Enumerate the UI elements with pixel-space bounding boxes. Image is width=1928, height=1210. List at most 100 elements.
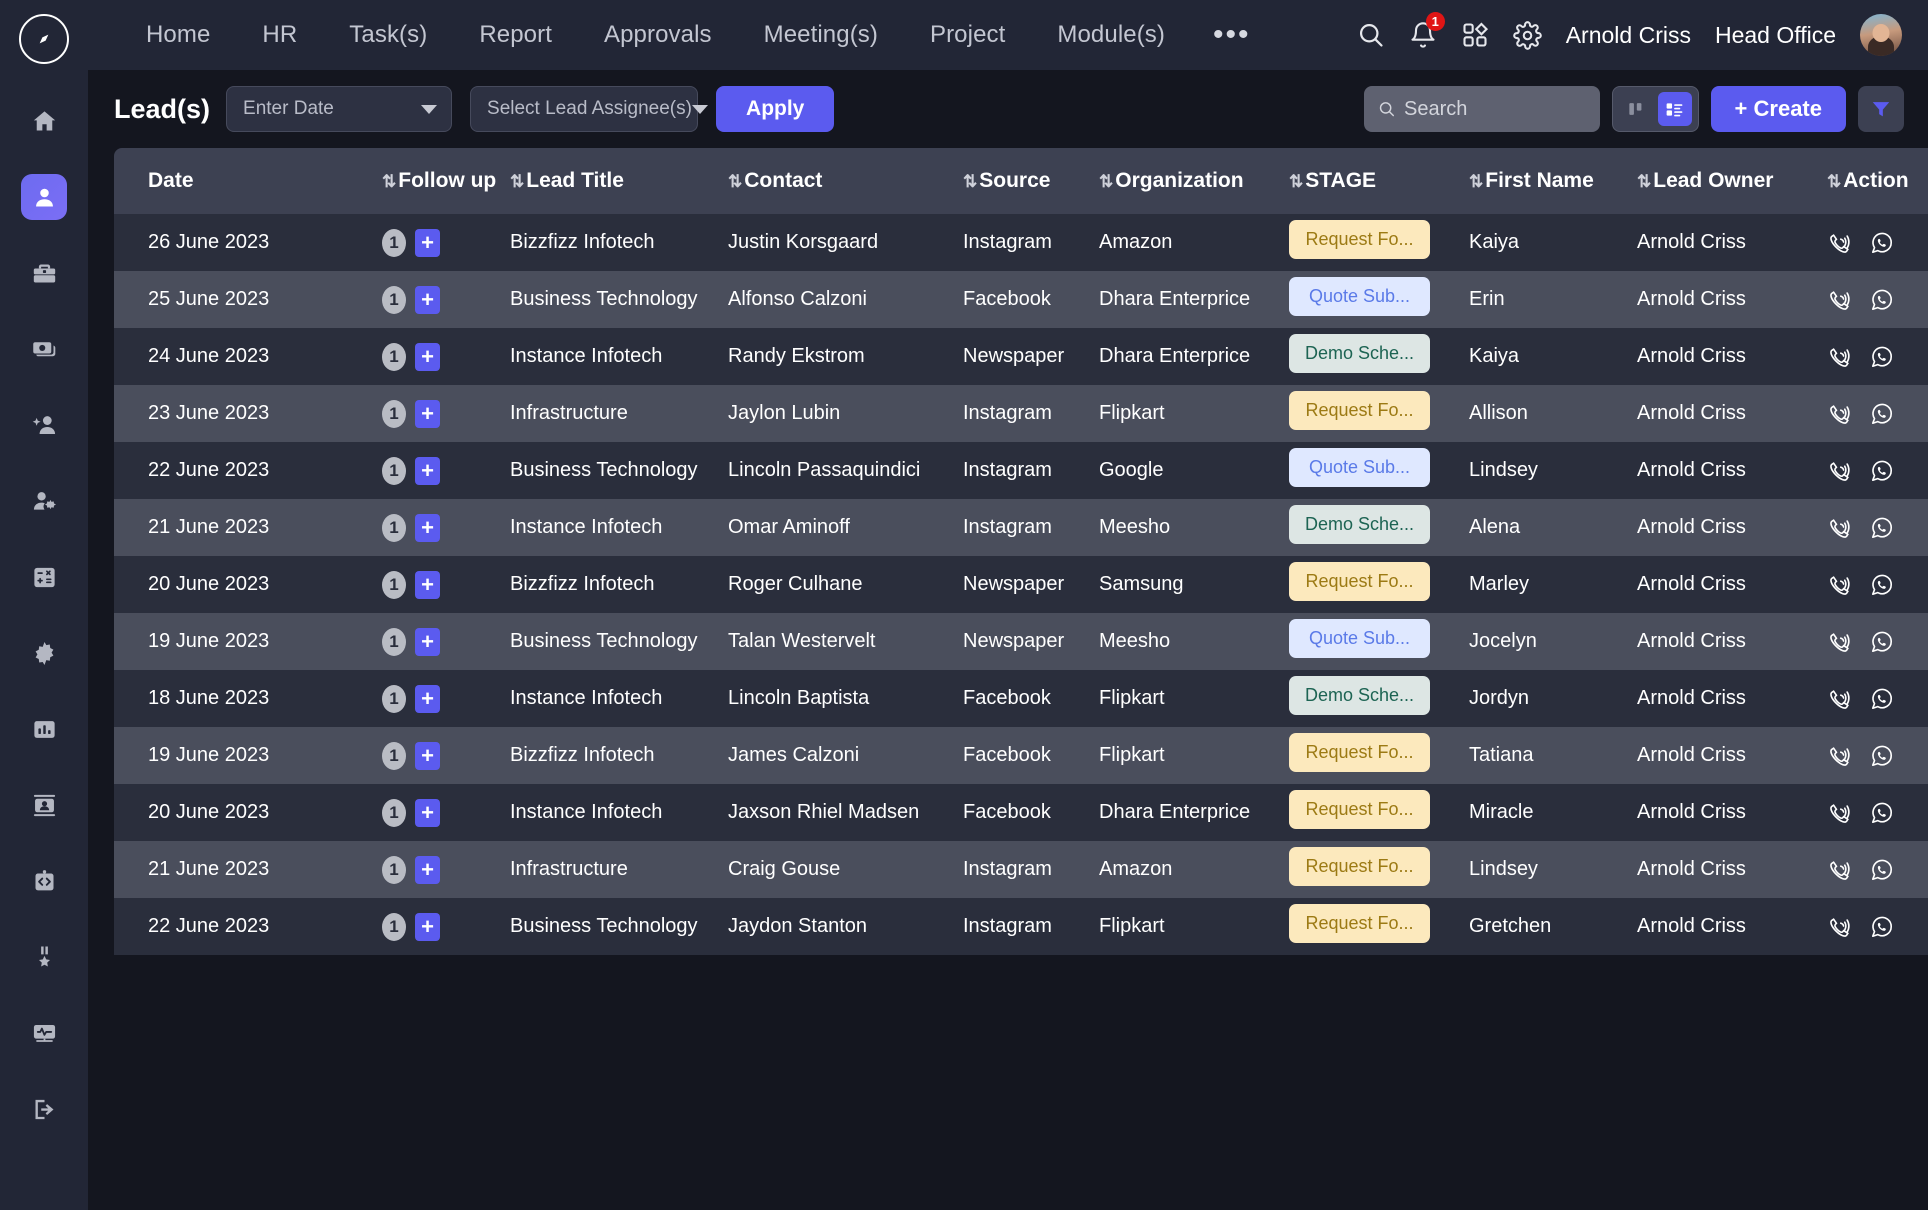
whatsapp-icon[interactable] xyxy=(1869,800,1895,826)
search-input[interactable] xyxy=(1404,97,1586,121)
add-followup-button[interactable]: + xyxy=(415,513,440,542)
whatsapp-icon[interactable] xyxy=(1869,686,1895,712)
whatsapp-icon[interactable] xyxy=(1869,572,1895,598)
gear-icon[interactable] xyxy=(1512,20,1542,50)
phone-call-icon[interactable] xyxy=(1827,344,1853,370)
avatar[interactable] xyxy=(1860,14,1902,56)
status-badge[interactable]: Demo Sche... xyxy=(1289,676,1430,715)
table-row[interactable]: 25 June 2023 1 + Business Technology Alfonso… xyxy=(114,271,1928,328)
whatsapp-icon[interactable] xyxy=(1869,857,1895,883)
add-followup-button[interactable]: + xyxy=(415,684,440,713)
phone-call-icon[interactable] xyxy=(1827,230,1853,256)
sidebar-item-user-admin[interactable] xyxy=(21,478,67,524)
kanban-view-icon[interactable] xyxy=(1619,92,1653,126)
status-badge[interactable]: Request Fo... xyxy=(1289,847,1430,886)
sidebar-item-reports[interactable] xyxy=(21,706,67,752)
nav-project[interactable]: Project xyxy=(904,21,1031,49)
whatsapp-icon[interactable] xyxy=(1869,914,1895,940)
nav-tasks[interactable]: Task(s) xyxy=(323,21,453,49)
sidebar-item-monitoring[interactable] xyxy=(21,1010,67,1056)
phone-call-icon[interactable] xyxy=(1827,686,1853,712)
column-header-action[interactable]: ⇅Action xyxy=(1827,148,1928,214)
nav-modules[interactable]: Module(s) xyxy=(1031,21,1191,49)
sidebar-item-projects[interactable] xyxy=(21,250,67,296)
phone-call-icon[interactable] xyxy=(1827,857,1853,883)
list-view-icon[interactable] xyxy=(1657,92,1692,126)
add-followup-button[interactable]: + xyxy=(415,627,440,656)
add-followup-button[interactable]: + xyxy=(415,285,440,314)
nav-meetings[interactable]: Meeting(s) xyxy=(738,21,904,49)
nav-approvals[interactable]: Approvals xyxy=(578,21,738,49)
table-row[interactable]: 19 June 2023 1 + Business Technology Talan W… xyxy=(114,613,1928,670)
apply-button[interactable]: Apply xyxy=(716,86,835,132)
table-row[interactable]: 26 June 2023 1 + Bizzfizz Infotech Justin Ko… xyxy=(114,214,1928,271)
status-badge[interactable]: Request Fo... xyxy=(1289,220,1430,259)
nav-home[interactable]: Home xyxy=(120,21,236,49)
funnel-filter-icon[interactable] xyxy=(1858,86,1904,132)
status-badge[interactable]: Request Fo... xyxy=(1289,904,1430,943)
add-followup-button[interactable]: + xyxy=(415,570,440,599)
table-row[interactable]: 21 June 2023 1 + Infrastructure Craig Gouse I… xyxy=(114,841,1928,898)
search-icon[interactable] xyxy=(1357,21,1385,49)
status-badge[interactable]: Demo Sche... xyxy=(1289,334,1430,373)
add-followup-button[interactable]: + xyxy=(415,741,440,770)
phone-call-icon[interactable] xyxy=(1827,287,1853,313)
sidebar-item-finance[interactable] xyxy=(21,326,67,372)
table-row[interactable]: 19 June 2023 1 + Bizzfizz Infotech James Cal… xyxy=(114,727,1928,784)
status-badge[interactable]: Quote Sub... xyxy=(1289,619,1430,658)
table-row[interactable]: 20 June 2023 1 + Instance Infotech Jaxson Rh… xyxy=(114,784,1928,841)
phone-call-icon[interactable] xyxy=(1827,914,1853,940)
apps-grid-icon[interactable] xyxy=(1461,21,1489,49)
sidebar-item-leads[interactable] xyxy=(21,174,67,220)
sidebar-item-awards[interactable] xyxy=(21,934,67,980)
nav-report[interactable]: Report xyxy=(453,21,578,49)
table-row[interactable]: 21 June 2023 1 + Instance Infotech Omar Amin… xyxy=(114,499,1928,556)
sidebar-item-contacts[interactable] xyxy=(21,782,67,828)
column-header-organization[interactable]: ⇅Organization xyxy=(1099,148,1289,214)
phone-call-icon[interactable] xyxy=(1827,572,1853,598)
status-badge[interactable]: Quote Sub... xyxy=(1289,277,1430,316)
add-followup-button[interactable]: + xyxy=(415,912,440,941)
whatsapp-icon[interactable] xyxy=(1869,515,1895,541)
column-header-stage[interactable]: ⇅STAGE xyxy=(1289,148,1469,214)
date-filter-select[interactable]: Enter Date xyxy=(226,86,453,132)
status-badge[interactable]: Request Fo... xyxy=(1289,562,1430,601)
phone-call-icon[interactable] xyxy=(1827,401,1853,427)
sidebar-item-settings[interactable] xyxy=(21,630,67,676)
phone-call-icon[interactable] xyxy=(1827,800,1853,826)
table-row[interactable]: 22 June 2023 1 + Business Technology Jaydon … xyxy=(114,898,1928,955)
table-row[interactable]: 22 June 2023 1 + Business Technology Lincoln… xyxy=(114,442,1928,499)
status-badge[interactable]: Request Fo... xyxy=(1289,790,1430,829)
phone-call-icon[interactable] xyxy=(1827,629,1853,655)
whatsapp-icon[interactable] xyxy=(1869,344,1895,370)
sidebar-item-add-user[interactable] xyxy=(21,402,67,448)
whatsapp-icon[interactable] xyxy=(1869,629,1895,655)
sidebar-item-developer[interactable] xyxy=(21,858,67,904)
nav-hr[interactable]: HR xyxy=(236,21,323,49)
table-row[interactable]: 23 June 2023 1 + Infrastructure Jaylon Lubin… xyxy=(114,385,1928,442)
add-followup-button[interactable]: + xyxy=(415,399,440,428)
status-badge[interactable]: Request Fo... xyxy=(1289,391,1430,430)
bell-icon[interactable]: 1 xyxy=(1409,12,1445,49)
column-header-follow-up[interactable]: ⇅Follow up xyxy=(382,148,510,214)
whatsapp-icon[interactable] xyxy=(1869,287,1895,313)
assignee-filter-select[interactable]: Select Lead Assignee(s) xyxy=(470,86,708,132)
nav-more-button[interactable]: ••• xyxy=(1191,18,1273,52)
search-box[interactable] xyxy=(1363,86,1600,132)
sidebar-item-home[interactable] xyxy=(21,98,67,144)
add-followup-button[interactable]: + xyxy=(415,456,440,485)
add-followup-button[interactable]: + xyxy=(415,228,440,257)
create-button[interactable]: + Create xyxy=(1710,86,1846,132)
phone-call-icon[interactable] xyxy=(1827,515,1853,541)
add-followup-button[interactable]: + xyxy=(415,855,440,884)
add-followup-button[interactable]: + xyxy=(415,798,440,827)
table-row[interactable]: 18 June 2023 1 + Instance Infotech Lincoln B… xyxy=(114,670,1928,727)
column-header-lead-title[interactable]: ⇅Lead Title xyxy=(510,148,728,214)
phone-call-icon[interactable] xyxy=(1827,458,1853,484)
whatsapp-icon[interactable] xyxy=(1869,458,1895,484)
table-row[interactable]: 20 June 2023 1 + Bizzfizz Infotech Roger Cul… xyxy=(114,556,1928,613)
column-header-contact[interactable]: ⇅Contact xyxy=(728,148,963,214)
whatsapp-icon[interactable] xyxy=(1869,401,1895,427)
column-header-lead-owner[interactable]: ⇅Lead Owner xyxy=(1637,148,1827,214)
add-followup-button[interactable]: + xyxy=(415,342,440,371)
